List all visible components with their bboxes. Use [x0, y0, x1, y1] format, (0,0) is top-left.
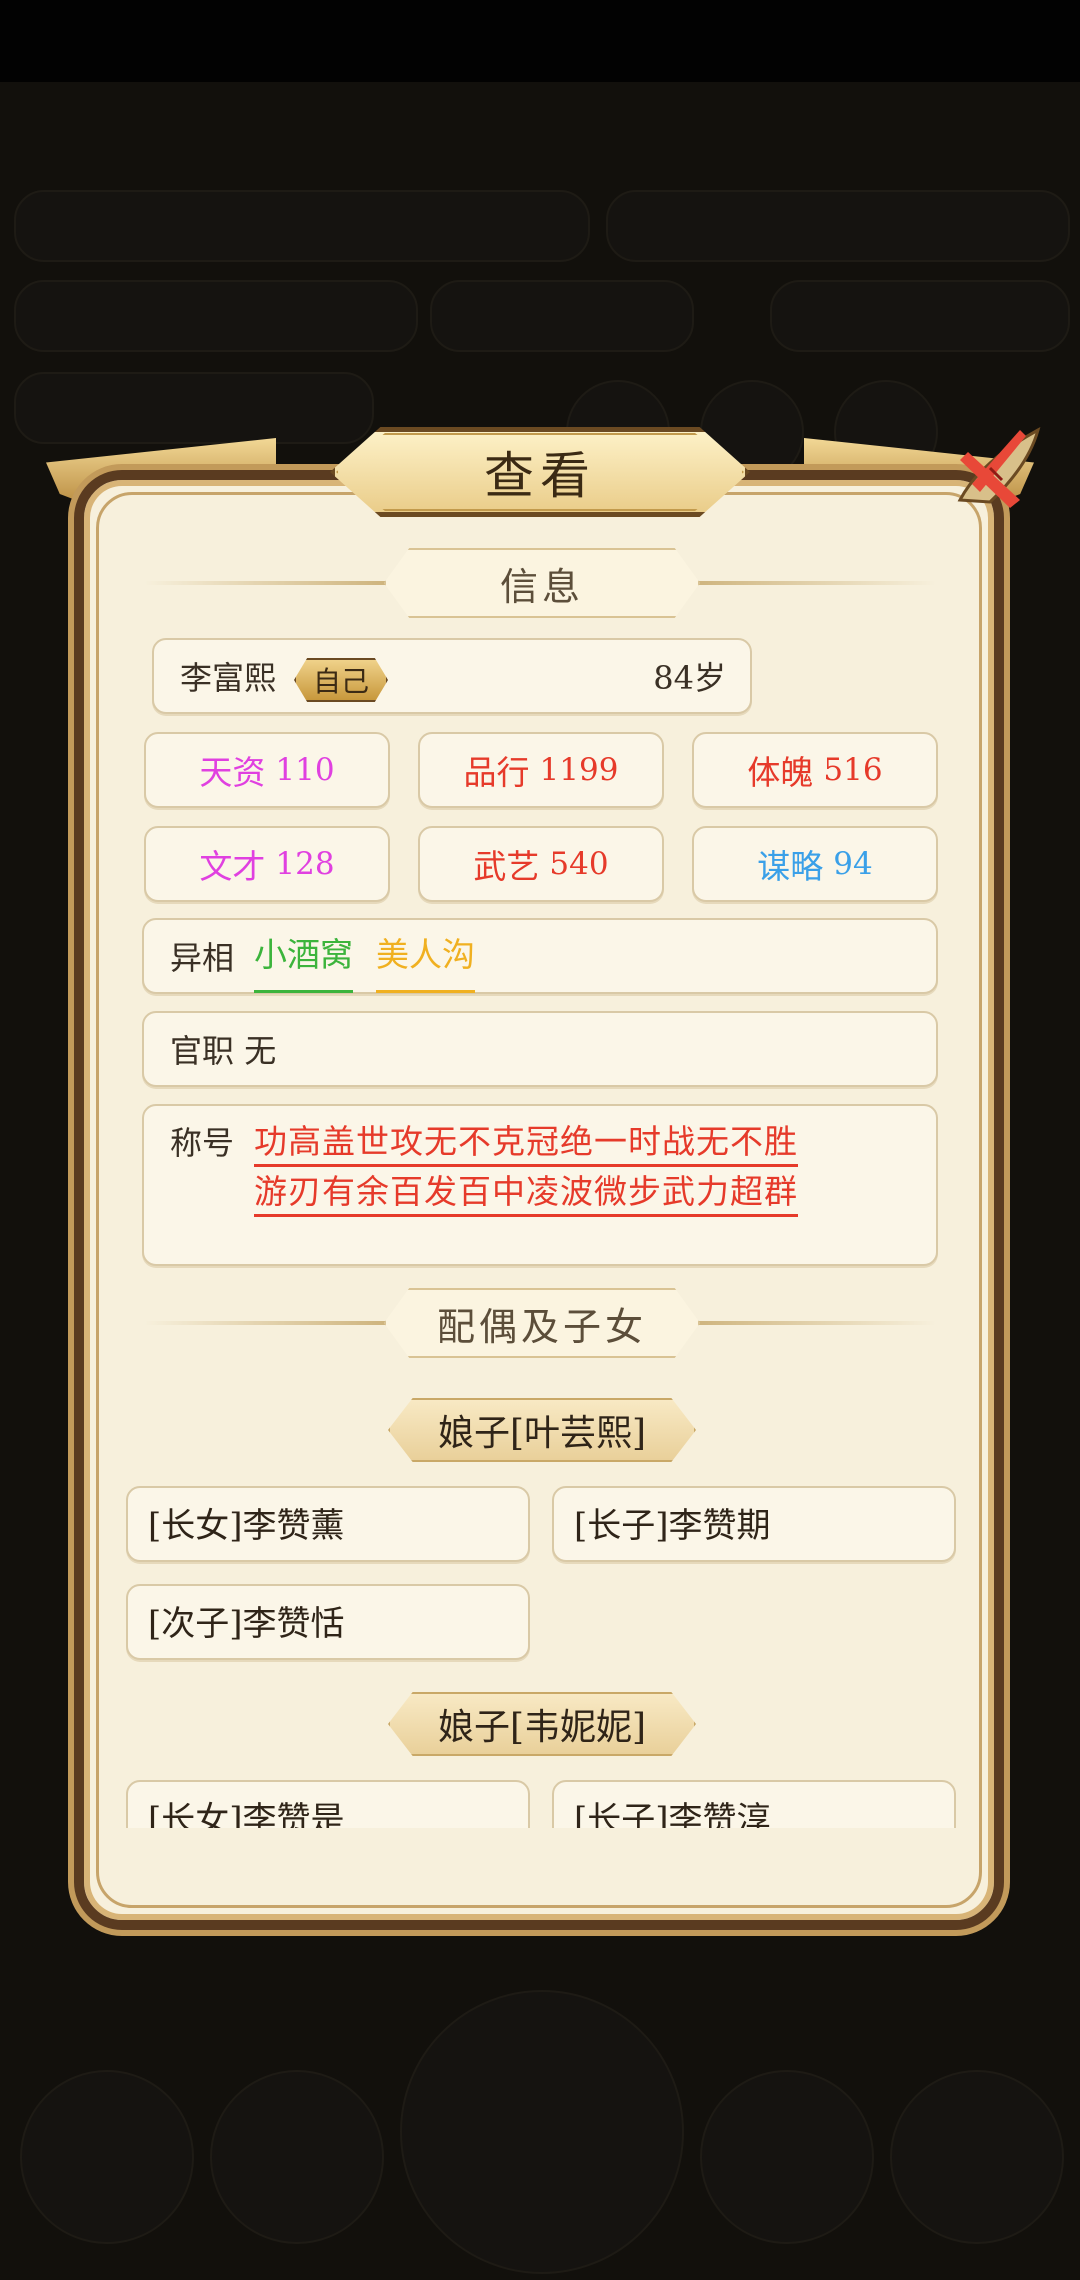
stat-value: 1199 [539, 752, 619, 788]
divider-line [686, 581, 936, 585]
bg-panel [14, 190, 590, 262]
status-bar [0, 0, 1080, 82]
character-age: 84岁 [653, 659, 726, 697]
stat-label: 谋略 [757, 847, 824, 886]
section-header-info: 信息 [144, 548, 936, 618]
stat-label: 天资 [199, 753, 266, 792]
bg-panel [14, 280, 418, 352]
character-name-box: 李富熙 自己 84岁 [152, 638, 752, 714]
titles-box: 称号 功高盖世攻无不克冠绝一时战无不胜 游刃有余百发百中凌波微步武力超群 [142, 1104, 938, 1266]
trait-link-dimple[interactable]: 小酒窝 [254, 920, 353, 993]
stat-value: 128 [275, 846, 335, 882]
bg-nav-icon [400, 1990, 684, 2274]
dialog-title-plate: 查看 [330, 427, 750, 517]
office-label-text: 官职 [170, 1032, 235, 1070]
stat-talent: 天资 110 [144, 732, 390, 808]
child-item[interactable]: [长子]李赞期 [552, 1486, 956, 1562]
child-item[interactable]: [长子]李赞淳 [552, 1780, 956, 1828]
stat-strategy: 谋略 94 [692, 826, 938, 902]
bg-panel [606, 190, 1070, 262]
child-name: [长子]李赞淳 [574, 1800, 771, 1828]
stat-physique: 体魄 516 [692, 732, 938, 808]
bg-panel [14, 372, 374, 444]
office-value: 无 [244, 1032, 277, 1070]
bg-panel [430, 280, 694, 352]
titles-label: 称号 [170, 1124, 235, 1162]
stat-label: 品行 [463, 753, 530, 792]
character-name: 李富熙 [180, 659, 277, 697]
child-name: [长女]李赞薰 [148, 1506, 345, 1546]
section-header-family: 配偶及子女 [144, 1288, 936, 1358]
spouse-label: 娘子[韦妮妮] [388, 1692, 696, 1756]
child-item[interactable]: [长女]李赞是 [126, 1780, 530, 1828]
office-row: 官职 无 [142, 1011, 938, 1087]
stat-label: 文才 [199, 847, 266, 886]
stat-label: 武艺 [473, 847, 540, 886]
appearance-row: 异相 小酒窝 美人沟 [142, 918, 938, 994]
titles-line-1[interactable]: 功高盖世攻无不克冠绝一时战无不胜 [254, 1120, 798, 1167]
spouse-label: 娘子[叶芸熙] [388, 1398, 696, 1462]
dialog-title: 查看 [484, 447, 596, 505]
divider-line [686, 1321, 936, 1325]
child-item[interactable]: [长女]李赞薰 [126, 1486, 530, 1562]
stat-label: 体魄 [747, 753, 814, 792]
stat-value: 94 [833, 846, 873, 882]
bg-nav-icon [20, 2070, 194, 2244]
stat-value: 516 [823, 752, 883, 788]
self-badge: 自己 [294, 658, 388, 702]
close-button[interactable] [950, 422, 1044, 516]
appearance-label: 异相 [170, 939, 235, 977]
stat-conduct: 品行 1199 [418, 732, 664, 808]
titles-line-2[interactable]: 游刃有余百发百中凌波微步武力超群 [254, 1170, 798, 1217]
bg-nav-icon [700, 2070, 874, 2244]
stat-martial: 武艺 540 [418, 826, 664, 902]
child-name: [次子]李赞恬 [148, 1604, 345, 1644]
child-name: [长子]李赞期 [574, 1506, 771, 1546]
office-label: 官职 无 [170, 1013, 276, 1089]
divider-line [144, 1321, 394, 1325]
trait-link-chin-cleft[interactable]: 美人沟 [376, 920, 475, 993]
divider-line [144, 581, 394, 585]
child-item[interactable]: [次子]李赞恬 [126, 1584, 530, 1660]
family-scroll-list[interactable]: 娘子[叶芸熙] [长女]李赞薰 [长子]李赞期 [次子]李赞恬 娘子[韦妮妮] … [100, 1380, 980, 1828]
close-x-icon [957, 426, 1041, 508]
section-title: 信息 [384, 548, 700, 618]
stat-value: 540 [549, 846, 609, 882]
bg-panel [770, 280, 1070, 352]
stat-literary: 文才 128 [144, 826, 390, 902]
stat-value: 110 [275, 752, 335, 788]
section-title: 配偶及子女 [384, 1288, 700, 1358]
bg-nav-icon [210, 2070, 384, 2244]
child-name: [长女]李赞是 [148, 1800, 345, 1828]
bg-nav-icon [890, 2070, 1064, 2244]
